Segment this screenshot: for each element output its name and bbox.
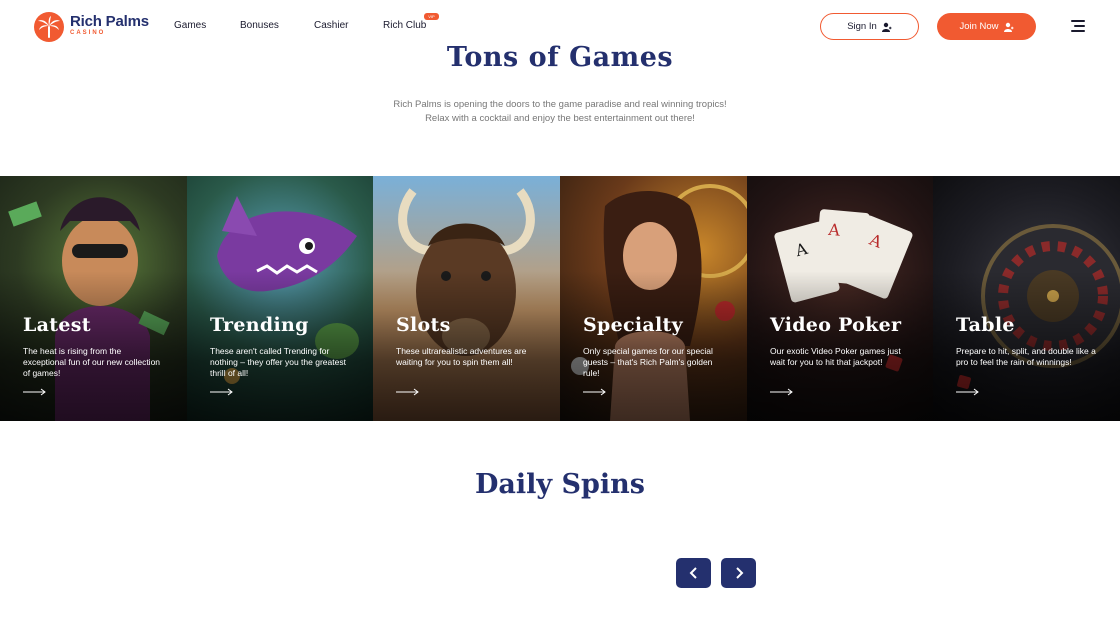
chevron-right-icon <box>735 567 743 579</box>
chevron-left-icon <box>689 567 697 579</box>
brand-subtitle: CASINO <box>70 30 106 36</box>
card-description: Prepare to hit, split, and double like a… <box>956 346 1096 367</box>
arrow-right-icon[interactable] <box>770 388 794 396</box>
brand-name: Rich Palms <box>70 13 149 30</box>
card-latest[interactable]: Latest The heat is rising from the excep… <box>0 176 187 421</box>
card-description: The heat is rising from the exceptional … <box>23 346 161 378</box>
subtitle-line-2: Relax with a cocktail and enjoy the best… <box>425 113 695 124</box>
arrow-right-icon[interactable] <box>956 388 980 396</box>
hamburger-menu-icon[interactable] <box>1069 19 1085 33</box>
games-section-subtitle: Rich Palms is opening the doors to the g… <box>0 98 1120 126</box>
nav-rich-club[interactable]: Rich Club <box>383 20 426 31</box>
nav-cashier[interactable]: Cashier <box>314 20 348 31</box>
card-slots[interactable]: Slots These ultrarealistic adventures ar… <box>373 176 560 421</box>
nav-bonuses[interactable]: Bonuses <box>240 20 279 31</box>
arrow-right-icon[interactable] <box>396 388 420 396</box>
card-description: These ultrarealistic adventures are wait… <box>396 346 527 367</box>
nav-games[interactable]: Games <box>174 20 206 31</box>
sign-in-label: Sign In <box>847 21 877 32</box>
card-trending[interactable]: Trending These aren't called Trending fo… <box>187 176 373 421</box>
card-title: Table <box>956 314 1015 336</box>
palm-logo-icon <box>34 12 64 42</box>
card-title: Trending <box>210 314 309 336</box>
vip-badge: VIP <box>424 13 439 20</box>
card-title: Slots <box>396 314 451 336</box>
card-title: Video Poker <box>770 314 902 336</box>
join-now-button[interactable]: Join Now <box>937 13 1036 40</box>
svg-text:A: A <box>827 220 842 240</box>
arrow-right-icon[interactable] <box>23 388 47 396</box>
sign-in-button[interactable]: Sign In <box>820 13 919 40</box>
arrow-right-icon[interactable] <box>210 388 234 396</box>
card-title: Specialty <box>583 314 683 336</box>
card-video-poker[interactable]: A A A Video Poker Our exotic Video Poker… <box>747 176 933 421</box>
subtitle-line-1: Rich Palms is opening the doors to the g… <box>393 99 727 110</box>
user-plus-icon <box>1003 22 1014 32</box>
card-title: Latest <box>23 314 91 336</box>
join-now-label: Join Now <box>959 21 999 32</box>
brand-logo[interactable]: Rich Palms CASINO <box>34 11 154 43</box>
previous-button[interactable] <box>676 558 711 588</box>
daily-spins-title: Daily Spins <box>475 469 645 500</box>
user-icon <box>881 22 892 32</box>
card-description: Only special games for our special guest… <box>583 346 713 378</box>
category-cards: Latest The heat is rising from the excep… <box>0 176 1120 421</box>
card-description: These aren't called Trending for nothing… <box>210 346 346 378</box>
card-specialty[interactable]: Specialty Only special games for our spe… <box>560 176 747 421</box>
games-section-title: Tons of Games <box>446 42 674 73</box>
card-table[interactable]: Table Prepare to hit, split, and double … <box>933 176 1120 421</box>
arrow-right-icon[interactable] <box>583 388 607 396</box>
card-description: Our exotic Video Poker games just wait f… <box>770 346 901 367</box>
next-button[interactable] <box>721 558 756 588</box>
